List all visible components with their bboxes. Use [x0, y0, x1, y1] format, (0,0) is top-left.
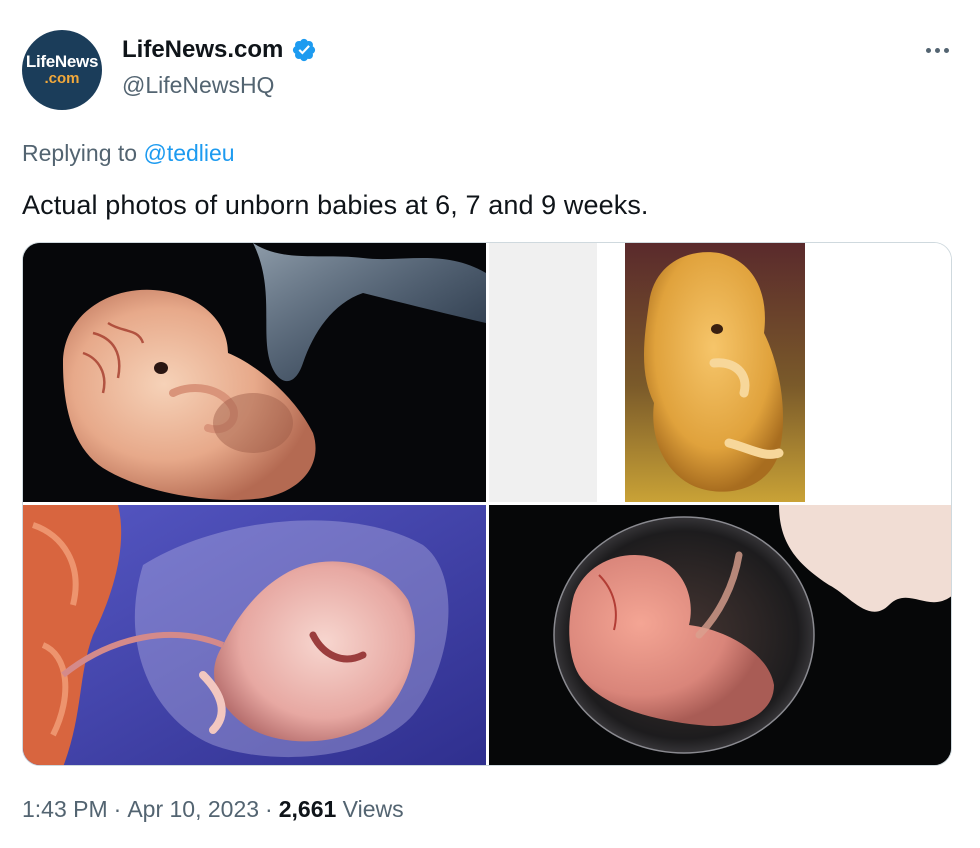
avatar-text-line1: LifeNews: [25, 51, 99, 71]
avatar[interactable]: LifeNews .com: [22, 30, 102, 110]
more-options-button[interactable]: [915, 36, 959, 64]
tweet-date[interactable]: Apr 10, 2023: [127, 796, 259, 822]
more-options-icon: [934, 47, 940, 53]
reply-mention-link[interactable]: @tedlieu: [143, 140, 234, 166]
tweet-text: Actual photos of unborn babies at 6, 7 a…: [22, 190, 649, 220]
tweet: LifeNews .com LifeNews.com @LifeNewsHQ R…: [0, 0, 980, 848]
avatar-text-line2: .com: [44, 69, 80, 87]
tweet-time[interactable]: 1:43 PM: [22, 796, 108, 822]
more-options-icon: [943, 47, 949, 53]
author-display-name[interactable]: LifeNews.com: [122, 36, 283, 64]
replying-to-label: Replying to: [22, 140, 138, 166]
verified-badge-icon[interactable]: [291, 37, 317, 63]
author-name-row: LifeNews.com: [122, 36, 317, 64]
meta-separator: ·: [113, 796, 122, 822]
embryo-photo-2-image: [489, 243, 951, 502]
media-photo-1[interactable]: [23, 243, 486, 502]
tweet-meta: 1:43 PM · Apr 10, 2023 · 2,661 Views: [22, 796, 404, 823]
media-photo-3[interactable]: [23, 505, 486, 765]
media-grid: [22, 242, 952, 766]
more-options-icon: [925, 47, 931, 53]
embryo-photo-4-image: [489, 505, 951, 765]
embryo-photo-1-image: [23, 243, 486, 502]
embryo-photo-3-image: [23, 505, 486, 765]
views-label: Views: [342, 796, 404, 822]
media-photo-2[interactable]: [489, 243, 951, 502]
views-count[interactable]: 2,661: [279, 796, 337, 822]
author-handle[interactable]: @LifeNewsHQ: [122, 72, 274, 99]
media-photo-4[interactable]: [489, 505, 951, 765]
replying-to: Replying to @tedlieu: [22, 140, 235, 167]
meta-separator: ·: [265, 796, 273, 822]
